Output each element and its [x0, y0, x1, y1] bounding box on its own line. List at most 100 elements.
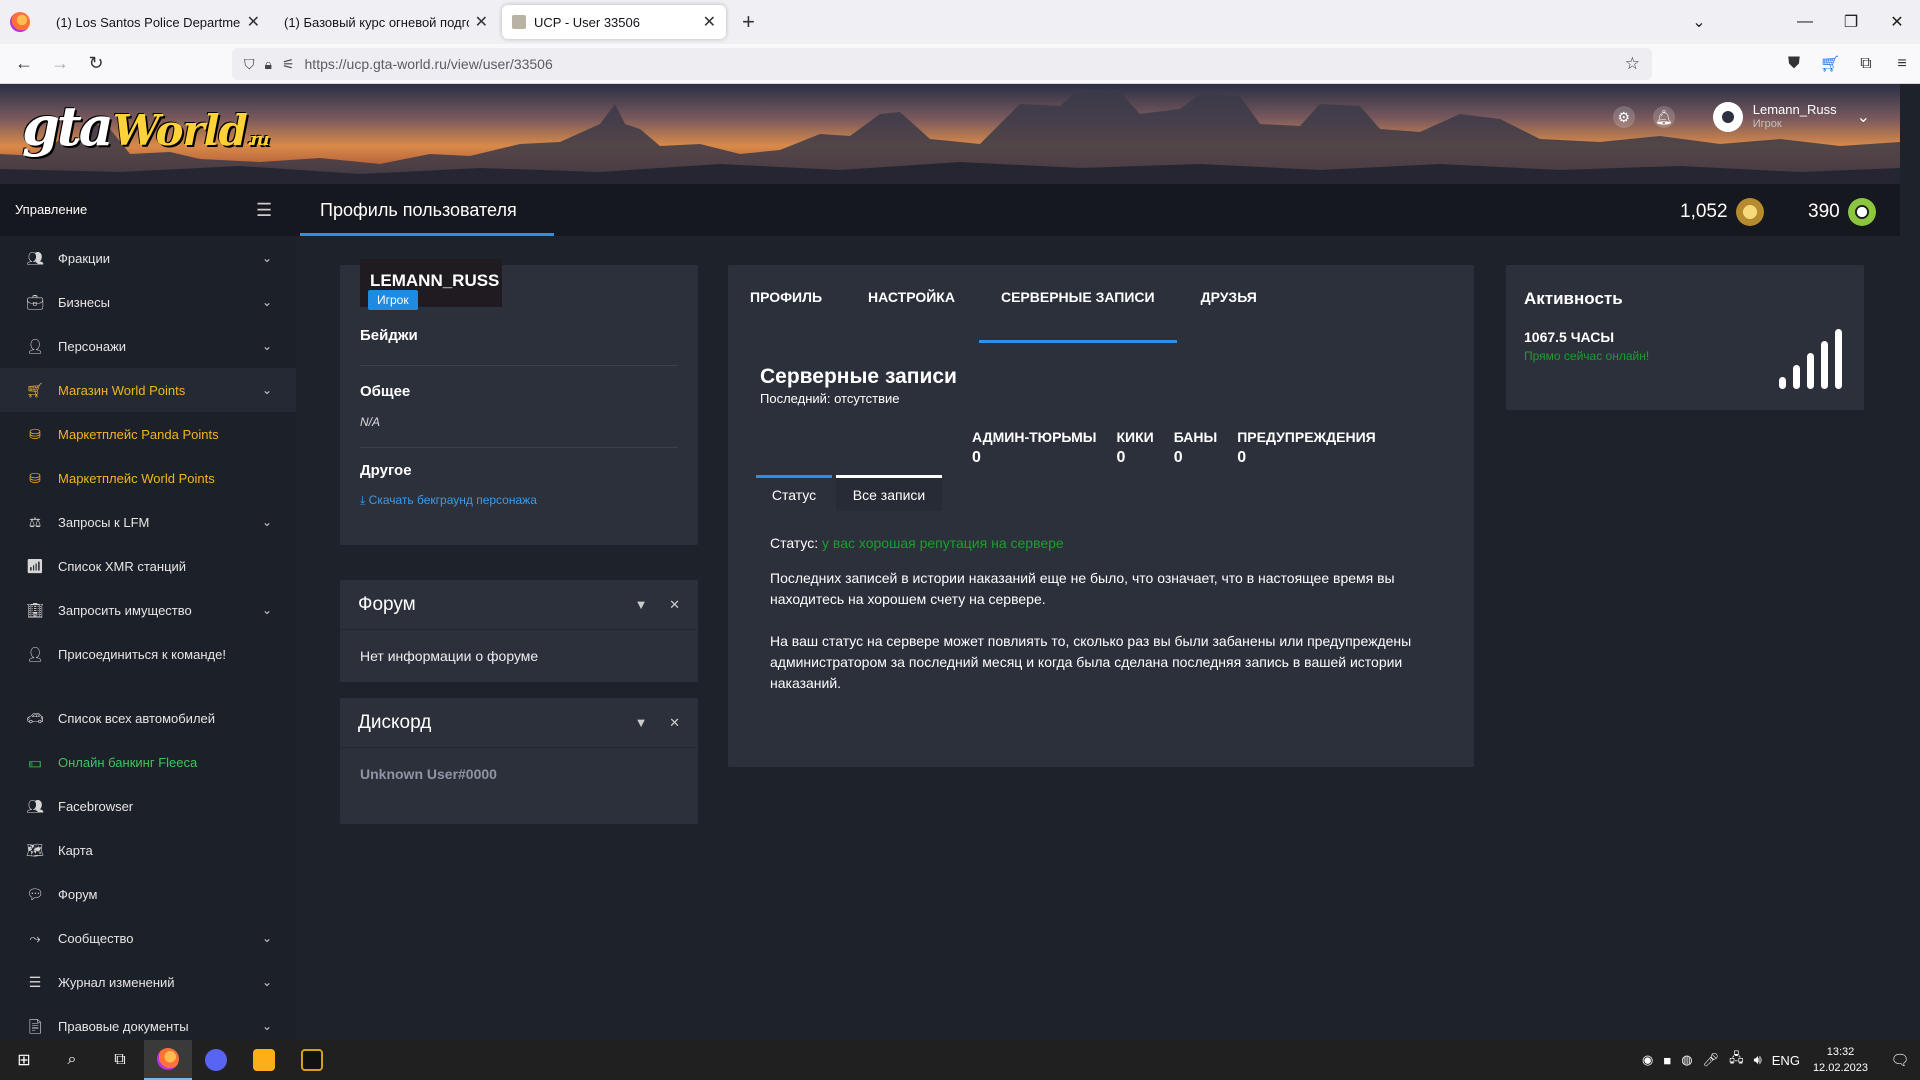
network-icon[interactable]: 🖧︎ [1729, 1049, 1744, 1071]
profile-card: LEMANN_RUSS Игрок Бейджи Общее N/A Друго… [340, 259, 698, 545]
general-title: Общее [360, 383, 411, 400]
ragemp-icon [301, 1049, 323, 1071]
firefox-icon[interactable] [10, 12, 30, 32]
collapse-caret-icon[interactable]: ▼ [635, 597, 648, 612]
url-text[interactable]: https://ucp.gta-world.ru/view/user/33506 [305, 56, 553, 72]
sidebar-item-label: Правовые документы [58, 1018, 189, 1034]
sidebar-item-map[interactable]: 🗺︎ Карта [0, 828, 296, 872]
building-icon: 🏢︎ [26, 601, 44, 618]
close-icon[interactable]: ✕ [669, 597, 680, 612]
forum-card-body: Нет информации о форуме [360, 648, 539, 664]
close-window-icon[interactable]: ✕ [1874, 12, 1920, 32]
sidebar-item-community[interactable]: ⤳ Сообщество ⌄ [0, 916, 296, 960]
pocket-icon[interactable]: ⛊ [1776, 55, 1812, 73]
close-icon[interactable]: ✕ [475, 12, 488, 32]
sidebar-item-request-property[interactable]: 🏢︎ Запросить имущество ⌄ [0, 588, 296, 632]
sidebar-item-label: Запросы к LFM [58, 514, 150, 530]
taskbar-discord[interactable] [192, 1040, 240, 1080]
chevron-down-icon: ⌄ [261, 339, 272, 353]
gta-world-logo[interactable]: gtaWorld.ru [22, 94, 270, 158]
profile-tabs: ПРОФИЛЬ НАСТРОЙКА СЕРВЕРНЫЕ ЗАПИСИ ДРУЗЬ… [750, 289, 1303, 343]
sidebar-item-xmr-stations[interactable]: 📶︎ Список XMR станций [0, 544, 296, 588]
back-arrow-icon[interactable]: ← [6, 53, 42, 74]
close-icon[interactable]: ✕ [669, 715, 680, 730]
discord-tray-icon[interactable]: ◉ [1642, 1052, 1653, 1068]
avatar[interactable] [1712, 102, 1743, 132]
browser-tab-ucp[interactable]: UCP - User 33506 ✕ [502, 5, 726, 39]
microphone-icon[interactable]: 🎤︎ [1703, 1052, 1720, 1068]
bookmark-star-icon[interactable]: ☆ [1625, 54, 1640, 74]
minimize-icon[interactable]: — [1782, 13, 1828, 31]
logo-ru-text: .ru [246, 129, 270, 150]
other-title: Другое [360, 462, 412, 479]
sidebar-item-forum[interactable]: 💬︎ Форум [0, 872, 296, 916]
new-tab-button[interactable]: + [730, 9, 767, 35]
subtab-status[interactable]: Статус [756, 475, 832, 511]
reload-icon[interactable]: ↻ [78, 53, 114, 74]
taskbar-rockstar[interactable] [240, 1040, 288, 1080]
subtab-all-records[interactable]: Все записи [836, 475, 942, 511]
chevron-down-icon[interactable]: ⌄ [1857, 107, 1870, 127]
stat-admin-jails: АДМИН-ТЮРЬМЫ 0 [972, 429, 1097, 467]
sidebar-item-panda-marketplace[interactable]: ⛁ Маркетплейс Panda Points [0, 412, 296, 456]
cart-extension-icon[interactable]: 🛒︎ [1812, 54, 1848, 74]
sidebar-item-join-team[interactable]: 👤︎ Присоединиться к команде! [0, 632, 296, 676]
rockstar-tray-icon[interactable]: ■ [1663, 1053, 1671, 1068]
taskbar-firefox[interactable] [144, 1040, 192, 1080]
download-background-link[interactable]: ⤓ Скачать бекграунд персонажа [360, 493, 537, 508]
sidebar-item-lfm-requests[interactable]: ⚖ Запросы к LFM ⌄ [0, 500, 296, 544]
chevron-down-icon: ⌄ [261, 603, 272, 617]
sidebar-item-businesses[interactable]: 💼︎ Бизнесы ⌄ [0, 280, 296, 324]
search-icon[interactable]: ⌕ [48, 1040, 96, 1080]
volume-icon[interactable]: 🔊︎ [1754, 1052, 1762, 1068]
page-scrollbar[interactable] [1900, 84, 1920, 1040]
tab-title: UCP - User 33506 [534, 14, 640, 30]
extensions-icon[interactable]: ⧉ [1848, 55, 1884, 73]
permissions-icon[interactable]: ⚟ [282, 56, 295, 73]
sidebar-item-world-points-shop[interactable]: 🛒︎ Магазин World Points ⌄ [0, 368, 296, 412]
sidebar-item-changelog[interactable]: ☰ Журнал изменений ⌄ [0, 960, 296, 1004]
language-indicator[interactable]: ENG [1772, 1053, 1800, 1068]
close-icon[interactable]: ✕ [703, 12, 716, 32]
bell-icon[interactable]: 🔔︎ [1652, 106, 1675, 128]
browser-tab-lspd[interactable]: (1) Los Santos Police Department - l ✕ [46, 5, 270, 39]
task-view-icon[interactable]: ⧉ [96, 1040, 144, 1080]
menu-icon[interactable]: ≡ [1884, 55, 1920, 73]
sidebar-item-factions[interactable]: 👥︎ Фракции ⌄ [0, 236, 296, 280]
shield-icon[interactable]: ⛉ [244, 56, 255, 73]
stat-value: 0 [1173, 449, 1183, 466]
hamburger-menu-icon[interactable]: ☰ [256, 200, 272, 221]
settings-gear-icon[interactable]: ⚙ [1612, 106, 1635, 128]
restore-icon[interactable]: ❐ [1828, 12, 1874, 32]
sidebar-item-characters[interactable]: 👤︎ Персонажи ⌄ [0, 324, 296, 368]
sidebar-item-label: Журнал изменений [58, 974, 175, 990]
collapse-caret-icon[interactable]: ▼ [635, 715, 648, 730]
browser-tab-course[interactable]: (1) Базовый курс огневой подготов ✕ [274, 5, 498, 39]
clock[interactable]: 13:32 12.02.2023 [1813, 1044, 1868, 1076]
money-icon: 💵︎ [28, 753, 42, 770]
sidebar-item-fleeca-banking[interactable]: 💵︎ Онлайн банкинг Fleeca [0, 740, 296, 784]
tab-profile[interactable]: ПРОФИЛЬ [750, 289, 822, 331]
lock-icon[interactable]: 🔒︎ [265, 56, 272, 73]
tab-settings[interactable]: НАСТРОЙКА [868, 289, 955, 331]
sidebar-item-world-marketplace[interactable]: ⛁ Маркетплейс World Points [0, 456, 296, 500]
sidebar-item-vehicles[interactable]: 🚗︎ Список всех автомобилей [0, 696, 296, 740]
sidebar-item-label: Форум [58, 886, 98, 902]
discord-card-title: Дискорд [358, 711, 432, 733]
url-bar[interactable]: ⛉ 🔒︎ ⚟ https://ucp.gta-world.ru/view/use… [232, 48, 1652, 80]
tab-server-records[interactable]: СЕРВЕРНЫЕ ЗАПИСИ [979, 289, 1177, 343]
notifications-icon[interactable]: 🗨︎ [1880, 1051, 1920, 1069]
sidebar-item-label: Магазин World Points [58, 382, 186, 398]
user-menu[interactable]: Lemann_Russ Игрок [1753, 103, 1837, 131]
sidebar-item-facebrowser[interactable]: 👥︎ Facebrowser [0, 784, 296, 828]
windows-start-icon[interactable]: ⊞ [0, 1040, 48, 1080]
tab-friends[interactable]: ДРУЗЬЯ [1201, 289, 1257, 331]
close-icon[interactable]: ✕ [247, 12, 260, 32]
steam-tray-icon[interactable]: ◍ [1681, 1052, 1692, 1068]
forward-arrow-icon[interactable]: → [42, 53, 78, 74]
tab-list-chevron-icon[interactable]: ⌄ [1676, 12, 1722, 32]
sidebar-item-legal-docs[interactable]: 📄︎ Правовые документы ⌄ [0, 1004, 296, 1040]
user-name: Lemann_Russ [1752, 102, 1837, 117]
taskbar-ragemp[interactable] [288, 1040, 336, 1080]
sidebar-heading: Управление [15, 202, 88, 217]
